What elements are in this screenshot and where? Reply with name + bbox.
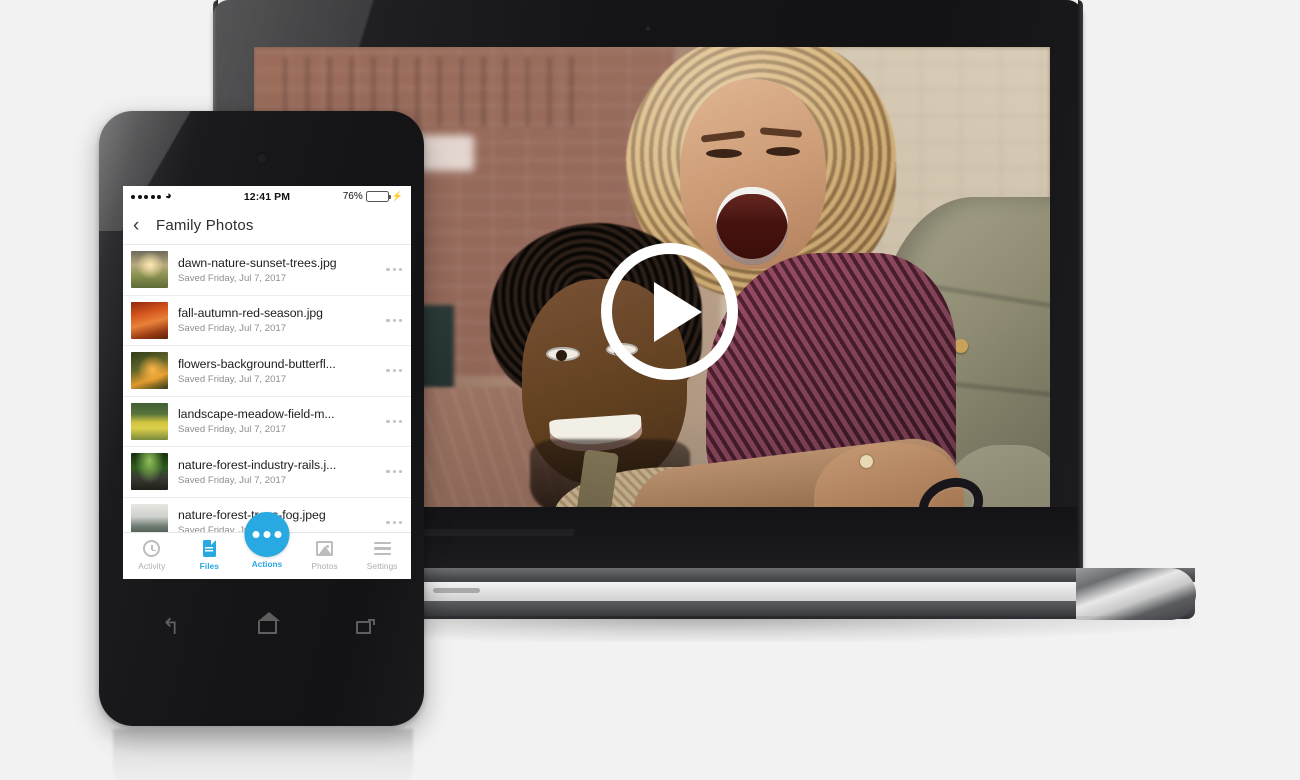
file-saved-date: Saved Friday, Jul 7, 2017 <box>178 323 287 335</box>
lightning-bolt-icon: ⚡ <box>391 191 403 201</box>
laptop-lid-right-edge <box>1078 0 1083 570</box>
list-item[interactable]: dawn-nature-sunset-trees.jpg Saved Frida… <box>123 245 411 296</box>
clock-icon <box>142 539 161 558</box>
list-item[interactable]: landscape-meadow-field-m... Saved Friday… <box>123 397 411 447</box>
status-bar-right: 76% ⚡ <box>313 191 403 202</box>
tab-photos[interactable]: Photos <box>296 539 354 571</box>
document-icon <box>200 539 219 558</box>
file-meta: flowers-background-butterfl... Saved Fri… <box>178 357 380 385</box>
more-options-icon[interactable] <box>380 520 402 524</box>
list-item[interactable]: fall-autumn-red-season.jpg Saved Friday,… <box>123 296 411 346</box>
file-saved-date: Saved Friday, Jul 7, 2017 <box>178 272 287 284</box>
file-name: flowers-background-butterfl... <box>178 356 336 371</box>
file-name: nature-forest-industry-rails.j... <box>178 457 337 472</box>
file-thumbnail <box>131 251 168 289</box>
file-thumbnail <box>131 453 168 491</box>
home-icon[interactable] <box>255 611 280 639</box>
file-list[interactable]: dawn-nature-sunset-trees.jpg Saved Frida… <box>123 245 411 532</box>
file-saved-date: Saved Friday, Jul 7, 2017 <box>178 373 287 385</box>
phone-screen: ◕ 12:41 PM 76% ⚡ ‹ Family Photos dawn-na… <box>123 186 411 579</box>
file-name: dawn-nature-sunset-trees.jpg <box>178 255 337 270</box>
file-saved-date: Saved Friday, Jul 7, 2017 <box>178 474 287 486</box>
tab-files[interactable]: Files <box>181 539 239 571</box>
list-item[interactable]: flowers-background-butterfl... Saved Fri… <box>123 346 411 397</box>
image-icon <box>315 539 334 558</box>
woman-open-mouth <box>716 187 788 265</box>
man-pupil-left <box>556 350 567 361</box>
status-bar-left: ◕ <box>131 191 221 202</box>
file-thumbnail <box>131 503 168 532</box>
file-meta: dawn-nature-sunset-trees.jpg Saved Frida… <box>178 256 380 284</box>
file-meta: landscape-meadow-field-m... Saved Friday… <box>178 407 380 435</box>
more-options-icon[interactable] <box>380 268 402 272</box>
battery-percent-label: 76% <box>342 191 363 202</box>
jacket-button <box>954 339 968 353</box>
laptop-camera-icon <box>645 26 651 31</box>
more-options-icon[interactable] <box>380 419 402 423</box>
page-title: Family Photos <box>156 217 254 234</box>
chevron-left-icon[interactable]: ‹ <box>133 216 153 235</box>
laptop-base-rounded-corner <box>1076 568 1196 620</box>
wifi-icon: ◕ <box>165 190 172 202</box>
recent-apps-icon[interactable] <box>351 615 375 639</box>
finger-ring <box>860 455 873 468</box>
back-arrow-icon[interactable]: ↰ <box>159 615 183 639</box>
file-thumbnail <box>131 301 168 339</box>
tab-label: Files <box>199 561 220 571</box>
battery-icon <box>365 191 391 202</box>
tab-settings[interactable]: Settings <box>353 539 411 571</box>
android-navigation-bar: ↰ <box>123 601 411 653</box>
file-meta: fall-autumn-red-season.jpg Saved Friday,… <box>178 306 380 334</box>
file-name: landscape-meadow-field-m... <box>178 407 335 422</box>
tab-actions[interactable]: Actions <box>244 512 290 569</box>
phone-device: ◕ 12:41 PM 76% ⚡ ‹ Family Photos dawn-na… <box>99 111 424 780</box>
tab-label: Settings <box>366 561 398 571</box>
status-bar-time: 12:41 PM <box>243 190 291 203</box>
signal-strength-icon <box>131 194 161 199</box>
ellipsis-icon <box>244 512 290 557</box>
more-options-icon[interactable] <box>380 369 402 373</box>
phone-earpiece-icon <box>255 152 268 165</box>
status-bar: ◕ 12:41 PM 76% ⚡ <box>123 186 411 207</box>
more-options-icon[interactable] <box>380 318 402 322</box>
tab-label: Photos <box>311 561 338 571</box>
tab-activity[interactable]: Activity <box>123 539 181 571</box>
play-button[interactable] <box>601 243 738 380</box>
file-thumbnail <box>131 352 168 390</box>
laptop-lid-open-notch <box>433 588 480 593</box>
file-name: fall-autumn-red-season.jpg <box>178 306 323 321</box>
play-triangle-icon <box>653 281 702 342</box>
file-meta: nature-forest-industry-rails.j... Saved … <box>178 458 380 486</box>
device-mockup-scene: ◕ 12:41 PM 76% ⚡ ‹ Family Photos dawn-na… <box>0 0 1300 780</box>
file-saved-date: Saved Friday, Jul 7, 2017 <box>178 424 287 436</box>
more-options-icon[interactable] <box>380 470 402 474</box>
file-thumbnail <box>131 402 168 440</box>
hamburger-menu-icon <box>373 539 392 558</box>
list-item[interactable]: nature-forest-industry-rails.j... Saved … <box>123 447 411 498</box>
woman-eye-right <box>766 147 800 156</box>
tab-bar: Activity Files Photos Settings Actions <box>123 512 411 579</box>
phone-reflection <box>113 729 413 780</box>
woman-eye-left <box>706 149 742 158</box>
tab-label: Actions <box>251 559 283 569</box>
tab-label: Activity <box>138 561 166 571</box>
nav-header: ‹ Family Photos <box>123 207 411 245</box>
